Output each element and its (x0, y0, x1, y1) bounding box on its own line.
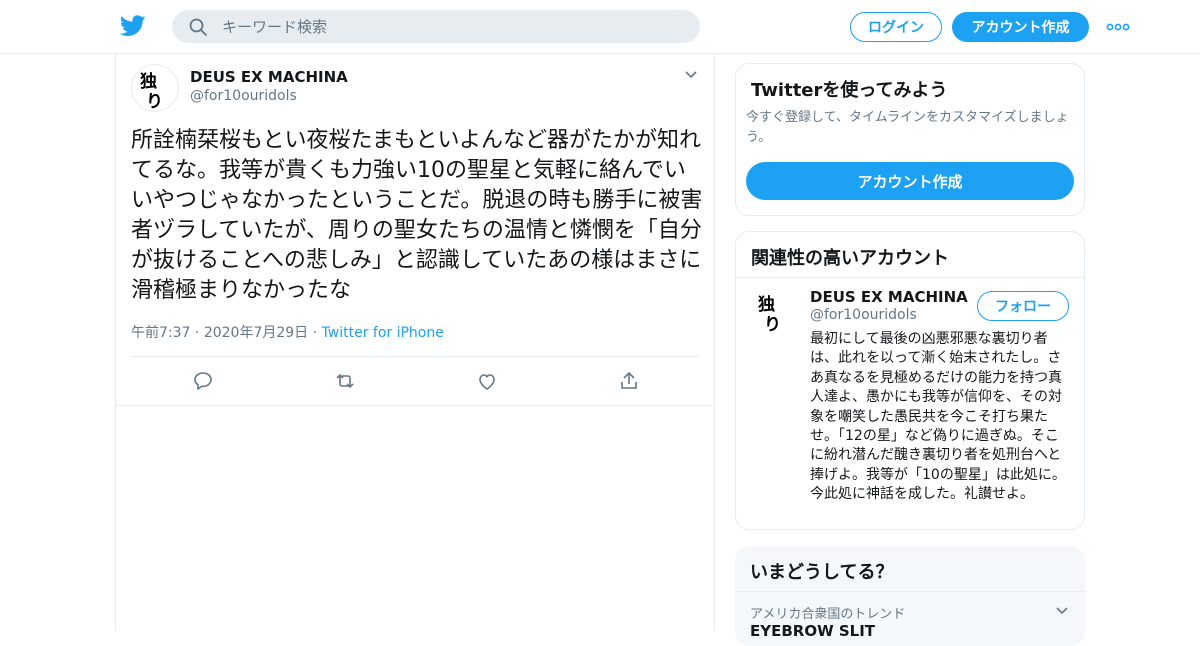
related-accounts-card: 関連性の高いアカウント 独 り DEUS EX MACHINA @for10ou… (735, 231, 1085, 530)
search-icon (189, 18, 207, 36)
follow-button[interactable]: フォロー (977, 291, 1069, 321)
twitter-bird-logo-icon[interactable] (120, 14, 146, 38)
avatar[interactable]: 独 り (750, 288, 798, 336)
avatar-glyph-2: り (146, 92, 163, 112)
tweet-source-link[interactable]: Twitter for iPhone (322, 325, 444, 341)
share-icon[interactable] (618, 370, 640, 392)
related-account-name[interactable]: DEUS EX MACHINA (810, 288, 968, 306)
trend-location: アメリカ合衆国のトレンド (750, 607, 906, 622)
divider (131, 356, 699, 357)
related-account-bio: 最初にして最後の凶悪邪悪な裏切り者は、此れを以って漸く始末されたし。さあ真なるを… (810, 331, 1066, 503)
more-options-icon[interactable] (1106, 19, 1130, 35)
related-account-handle[interactable]: @for10ouridols (810, 307, 917, 323)
tweet-text: 所詮楠栞桜もとい夜桜たまもといよんなど器がたかが知れてるな。我等が貴くも力強い1… (131, 128, 703, 303)
search-bar[interactable] (172, 10, 700, 43)
meta-separator: · (312, 325, 322, 341)
tweet: 独 り DEUS EX MACHINA @for10ouridols 所詮楠栞桜… (116, 54, 714, 406)
avatar[interactable]: 独 り (131, 64, 179, 112)
login-button[interactable]: ログイン (850, 12, 942, 42)
tweet-author-handle[interactable]: @for10ouridols (190, 88, 297, 104)
tweet-date[interactable]: 2020年7月29日 (204, 325, 308, 341)
avatar-glyph: 独 (140, 71, 157, 92)
reply-icon[interactable] (192, 370, 214, 392)
meta-separator: · (194, 325, 204, 341)
signup-card-title: Twitterを使ってみよう (751, 80, 948, 101)
top-navigation-bar: ログイン アカウント作成 (0, 0, 1200, 54)
tweet-meta: 午前7:37 · 2020年7月29日 · Twitter for iPhone (131, 322, 444, 342)
main-feed: 独 り DEUS EX MACHINA @for10ouridols 所詮楠栞桜… (115, 54, 715, 630)
chevron-down-icon[interactable] (684, 70, 698, 80)
avatar-glyph-2: り (764, 315, 781, 335)
signup-card-button[interactable]: アカウント作成 (746, 162, 1074, 200)
divider (735, 591, 1085, 592)
divider (736, 277, 1084, 278)
like-icon[interactable] (476, 370, 498, 392)
tweet-time[interactable]: 午前7:37 (131, 325, 190, 341)
avatar-image: 独 り (140, 71, 163, 112)
signup-button[interactable]: アカウント作成 (952, 12, 1089, 42)
signup-card: Twitterを使ってみよう 今すぐ登録して、タイムラインをカスタマイズしましょ… (735, 63, 1085, 216)
avatar-image: 独 り (758, 294, 781, 335)
signup-card-description: 今すぐ登録して、タイムラインをカスタマイズしましょう。 (746, 110, 1069, 145)
chevron-down-icon[interactable] (1055, 606, 1069, 616)
trend-topic[interactable]: EYEBROW SLIT (750, 622, 875, 640)
trends-card: いまどうしてる？ アメリカ合衆国のトレンド EYEBROW SLIT (735, 546, 1085, 646)
trends-card-title: いまどうしてる？ (750, 562, 894, 583)
search-input[interactable] (222, 17, 662, 36)
avatar-glyph: 独 (758, 294, 775, 315)
tweet-author-name[interactable]: DEUS EX MACHINA (190, 68, 348, 86)
retweet-icon[interactable] (334, 370, 356, 392)
related-card-title: 関連性の高いアカウント (751, 248, 949, 269)
